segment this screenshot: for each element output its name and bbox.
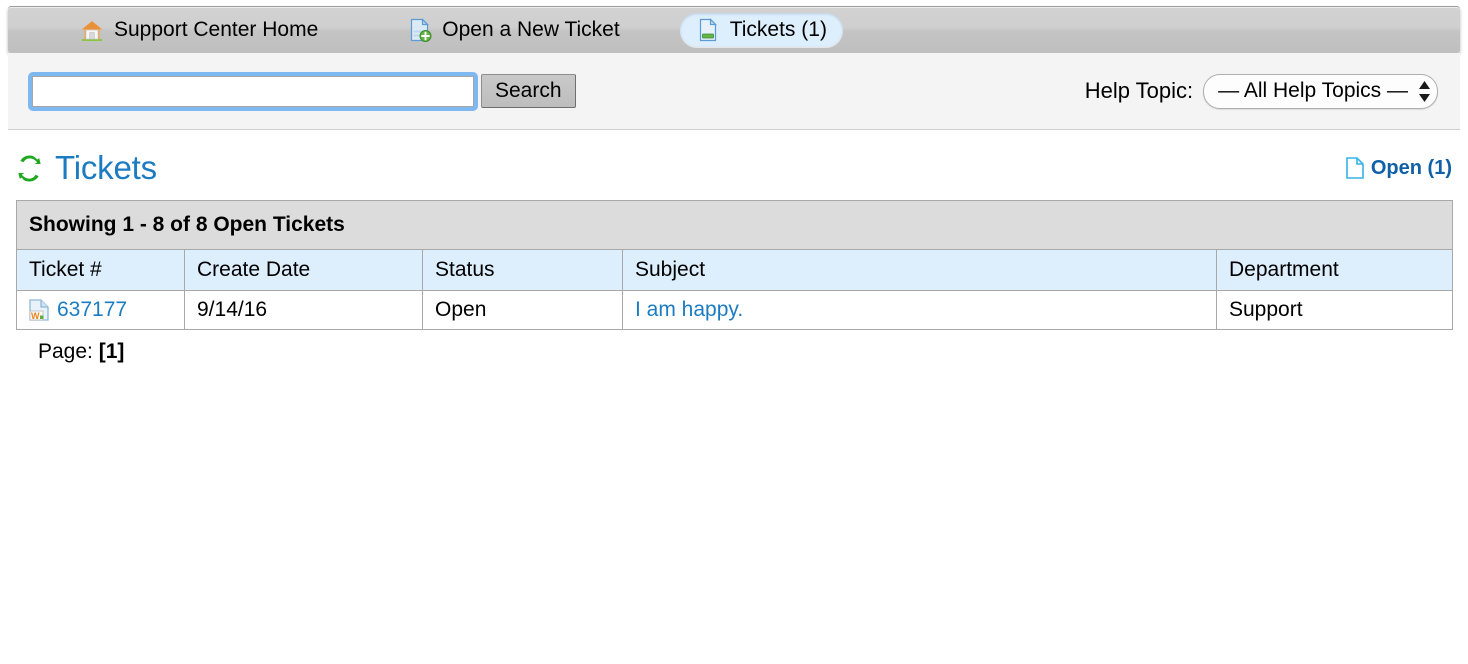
svg-text:W: W — [31, 311, 40, 321]
pagination: Page: [1] — [38, 340, 1452, 364]
cell-status: Open — [422, 290, 623, 330]
tickets-table: Showing 1 - 8 of 8 Open Tickets Ticket #… — [16, 200, 1453, 330]
column-header-subject[interactable]: Subject — [622, 249, 1217, 291]
search-input-focus-ring — [28, 71, 478, 111]
chevron-updown-icon — [1418, 80, 1431, 102]
page-heading-row: Tickets Open (1) — [16, 144, 1452, 192]
search-input[interactable] — [32, 75, 474, 107]
nav-item-support-center-home[interactable]: Support Center Home — [64, 13, 334, 47]
word-document-icon: W — [29, 299, 49, 321]
search-button[interactable]: Search — [481, 74, 576, 108]
new-document-icon — [408, 18, 432, 42]
cell-department: Support — [1216, 290, 1453, 330]
pagination-label: Page: — [38, 340, 93, 363]
page-title: Tickets — [55, 149, 157, 186]
subject-link[interactable]: I am happy. — [635, 298, 743, 321]
column-header-ticket-number[interactable]: Ticket # — [16, 249, 185, 291]
help-topic-select[interactable]: — All Help Topics — — [1203, 73, 1438, 109]
column-header-department[interactable]: Department — [1216, 249, 1453, 291]
help-topic-filter: Help Topic: — All Help Topics — — [1084, 73, 1438, 109]
search-toolbar: Search Help Topic: — All Help Topics — — [8, 53, 1460, 130]
tickets-table-caption: Showing 1 - 8 of 8 Open Tickets — [16, 200, 1453, 249]
refresh-icon[interactable] — [16, 155, 43, 182]
tickets-table-head: Ticket # Create Date Status Subject Depa… — [16, 249, 1453, 291]
nav-item-label: Open a New Ticket — [442, 18, 620, 41]
cell-subject: I am happy. — [622, 290, 1217, 330]
nav-item-open-a-new-ticket[interactable]: Open a New Ticket — [392, 13, 635, 47]
help-topic-label: Help Topic: — [1084, 78, 1194, 103]
cell-create-date: 9/14/16 — [184, 290, 423, 330]
open-tickets-link-label: Open (1) — [1370, 156, 1452, 179]
open-tickets-link[interactable]: Open (1) — [1346, 157, 1452, 180]
ticket-number-link[interactable]: 637177 — [57, 298, 127, 322]
top-navigation-bar: Support Center Home Open a New Ticket Ti… — [8, 6, 1460, 53]
nav-item-label: Tickets (1) — [729, 18, 827, 41]
cell-ticket-number: W 637177 — [16, 290, 185, 330]
tickets-table-body: W 637177 9/14/16 Open I am happy. Suppor… — [16, 290, 1453, 330]
document-icon — [696, 18, 720, 42]
nav-item-tickets[interactable]: Tickets (1) — [679, 13, 843, 47]
table-header-row: Ticket # Create Date Status Subject Depa… — [16, 249, 1453, 291]
help-topic-selected-value: — All Help Topics — — [1218, 79, 1408, 102]
column-header-status[interactable]: Status — [422, 249, 623, 291]
page-icon — [1346, 157, 1364, 179]
home-icon — [80, 18, 104, 42]
table-row[interactable]: W 637177 9/14/16 Open I am happy. Suppor… — [16, 290, 1453, 330]
column-header-create-date[interactable]: Create Date — [184, 249, 423, 291]
nav-item-label: Support Center Home — [114, 18, 319, 41]
pagination-current-page[interactable]: [1] — [99, 340, 125, 363]
tickets-table-container: Showing 1 - 8 of 8 Open Tickets Ticket #… — [16, 200, 1453, 364]
